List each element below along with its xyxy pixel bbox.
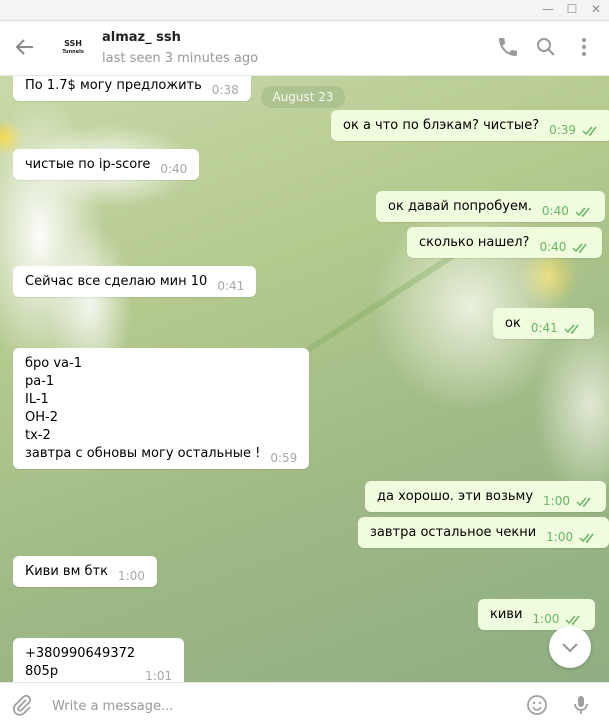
close-button[interactable]: ✕ bbox=[589, 2, 603, 16]
message-out[interactable]: ок 0:41 bbox=[493, 308, 594, 339]
message-time: 1:00 bbox=[117, 569, 145, 583]
message-out[interactable]: сколько нашел? 0:40 bbox=[407, 227, 603, 258]
emoji-icon bbox=[527, 695, 547, 715]
message-text: Киви вм бтк bbox=[25, 564, 108, 579]
scroll-down-button[interactable] bbox=[549, 626, 591, 668]
message-time: 0:41 bbox=[217, 279, 245, 293]
date-separator: August 23 bbox=[261, 86, 345, 108]
call-button[interactable] bbox=[496, 35, 520, 59]
double-check-icon bbox=[579, 533, 594, 543]
message-time: 0:40 bbox=[541, 204, 569, 218]
double-check-icon bbox=[572, 243, 587, 253]
double-check-icon bbox=[576, 497, 591, 507]
message-in[interactable]: бро va-1 pa-1 IL-1 OH-2 tx-2 завтра с об… bbox=[13, 348, 310, 469]
window-controls: — ☐ ✕ bbox=[541, 2, 603, 16]
message-input[interactable] bbox=[50, 693, 494, 719]
microphone-icon bbox=[574, 696, 588, 714]
message-text: бро va-1 pa-1 IL-1 OH-2 tx-2 завтра с об… bbox=[25, 356, 261, 461]
message-in[interactable]: Сейчас все сделаю мин 10 0:41 bbox=[13, 266, 257, 297]
message-out[interactable]: да хорошо. эти возьму 1:00 bbox=[365, 481, 606, 512]
message-text: киви bbox=[490, 607, 523, 622]
double-check-icon bbox=[582, 126, 597, 136]
message-time: 0:59 bbox=[270, 451, 298, 465]
peer-name[interactable]: almaz_ ssh bbox=[102, 30, 181, 45]
peer-status: last seen 3 minutes ago bbox=[102, 51, 259, 66]
double-check-icon bbox=[564, 324, 579, 334]
message-meta: 0:39 bbox=[549, 122, 600, 138]
message-out[interactable]: завтра остальное чекни 1:00 bbox=[358, 517, 609, 548]
message-out[interactable]: ок а что по блэкам? чистые? 0:39 bbox=[331, 110, 609, 141]
message-text: По 1.7$ могу предложить bbox=[25, 78, 202, 93]
message-meta: 1:00 bbox=[532, 611, 583, 627]
message-in[interactable]: чистые по ip-score 0:40 bbox=[13, 149, 200, 180]
search-button[interactable] bbox=[534, 35, 558, 59]
phone-icon bbox=[499, 38, 517, 56]
avatar-line1: SSH bbox=[64, 39, 82, 48]
double-check-icon bbox=[575, 207, 590, 217]
message-text: завтра остальное чекни bbox=[370, 525, 537, 540]
message-text: +380990649372 805р bbox=[25, 646, 136, 679]
message-time: 1:00 bbox=[532, 612, 560, 626]
message-text: да хорошо. эти возьму bbox=[377, 489, 534, 504]
avatar-line2: Tunnels bbox=[62, 49, 84, 55]
message-meta: 1:00 bbox=[546, 529, 597, 545]
voice-record-button[interactable] bbox=[569, 693, 593, 717]
back-button[interactable] bbox=[13, 35, 37, 59]
double-check-icon bbox=[565, 615, 580, 625]
maximize-button[interactable]: ☐ bbox=[565, 2, 579, 16]
avatar[interactable]: SSH Tunnels bbox=[56, 33, 90, 63]
message-list[interactable]: August 23 По 1.7$ могу предложить 0:38 ок… bbox=[0, 76, 609, 682]
message-meta: 1:00 bbox=[543, 493, 594, 509]
message-time: 0:40 bbox=[539, 240, 567, 254]
message-text: ок давай попробуем. bbox=[388, 199, 532, 214]
message-time: 1:00 bbox=[543, 494, 570, 508]
message-time: 1:00 bbox=[546, 530, 574, 544]
message-time: 0:38 bbox=[211, 83, 239, 97]
more-vertical-icon bbox=[582, 38, 586, 56]
search-icon bbox=[537, 38, 555, 56]
emoji-button[interactable] bbox=[525, 693, 549, 717]
minimize-button[interactable]: — bbox=[541, 2, 555, 16]
message-meta: 0:40 bbox=[539, 239, 590, 255]
message-text: ок bbox=[505, 316, 521, 331]
message-in[interactable]: Киви вм бтк 1:00 bbox=[13, 556, 157, 587]
message-text: ок а что по блэкам? чистые? bbox=[343, 118, 540, 133]
message-meta: 0:41 bbox=[531, 320, 582, 336]
message-time: 1:01 bbox=[145, 669, 173, 682]
compose-bar bbox=[0, 682, 609, 727]
message-text: Сейчас все сделаю мин 10 bbox=[25, 274, 208, 289]
attach-button[interactable] bbox=[10, 693, 34, 717]
message-text: сколько нашел? bbox=[419, 235, 530, 250]
message-time: 0:39 bbox=[549, 123, 577, 137]
window-titlebar: — ☐ ✕ bbox=[0, 0, 609, 21]
message-out[interactable]: ок давай попробуем. 0:40 bbox=[376, 191, 605, 222]
message-meta: 0:40 bbox=[542, 203, 593, 219]
message-in[interactable]: По 1.7$ могу предложить 0:38 bbox=[13, 76, 251, 101]
paperclip-icon bbox=[13, 694, 32, 716]
message-time: 0:41 bbox=[530, 321, 558, 335]
more-button[interactable] bbox=[572, 35, 596, 59]
chevron-down-icon bbox=[562, 643, 578, 653]
arrow-left-icon bbox=[15, 39, 33, 55]
chat-header: SSH Tunnels almaz_ ssh last seen 3 minut… bbox=[0, 21, 609, 76]
message-text: чистые по ip-score bbox=[25, 157, 151, 172]
message-time: 0:40 bbox=[160, 162, 188, 176]
message-in[interactable]: +380990649372 805р 1:01 bbox=[13, 638, 185, 682]
